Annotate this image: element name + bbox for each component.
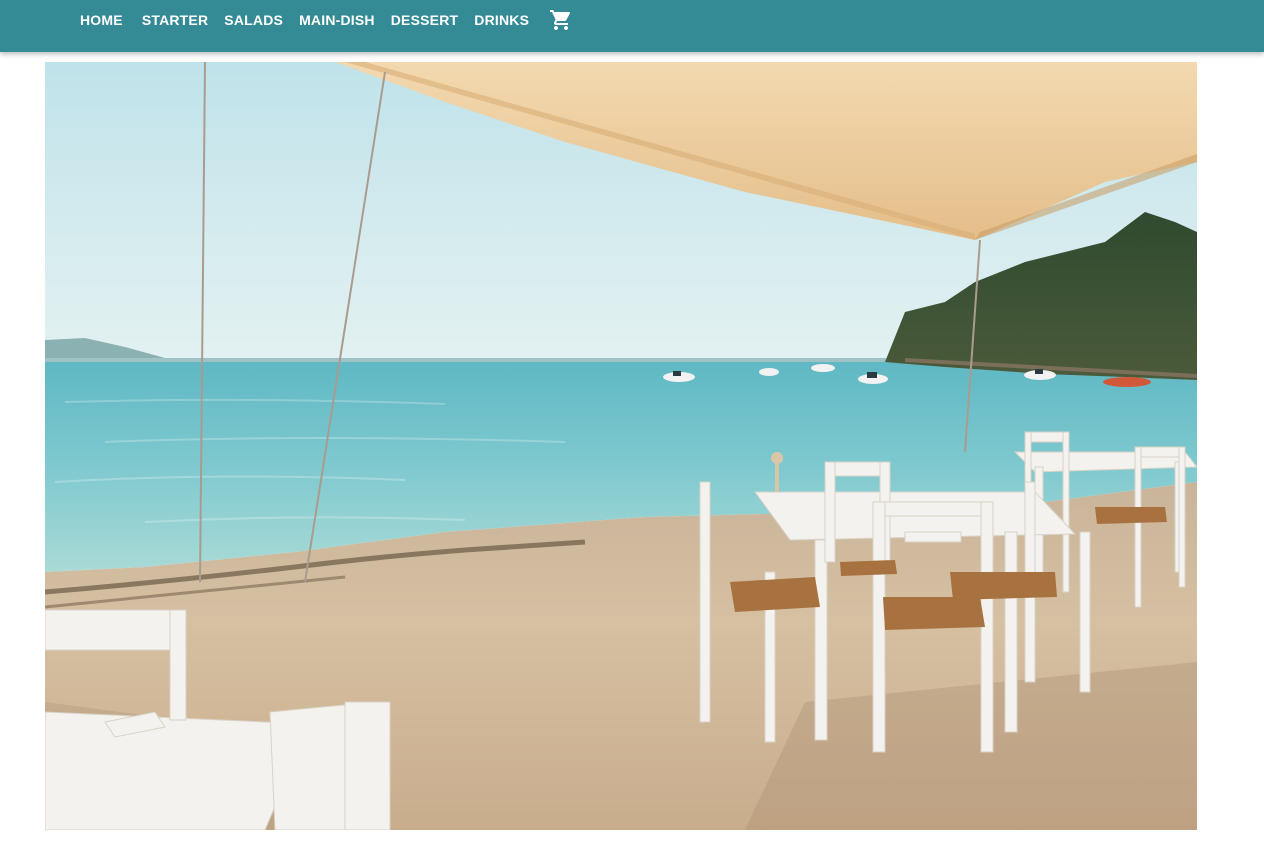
nav-dessert[interactable]: DESSERT (391, 12, 459, 28)
nav-starter[interactable]: STARTER (142, 12, 208, 28)
nav-salads[interactable]: SALADS (224, 12, 283, 28)
nav-menu: HOME STARTER SALADS MAIN-DISH DESSERT DR… (80, 0, 573, 40)
nav-home[interactable]: HOME (80, 12, 123, 28)
nav-drinks[interactable]: DRINKS (474, 12, 529, 28)
shopping-cart-icon[interactable] (549, 8, 573, 32)
top-navbar: HOME STARTER SALADS MAIN-DISH DESSERT DR… (0, 0, 1264, 52)
hero-image (45, 62, 1197, 830)
nav-main-dish[interactable]: MAIN-DISH (299, 12, 375, 28)
